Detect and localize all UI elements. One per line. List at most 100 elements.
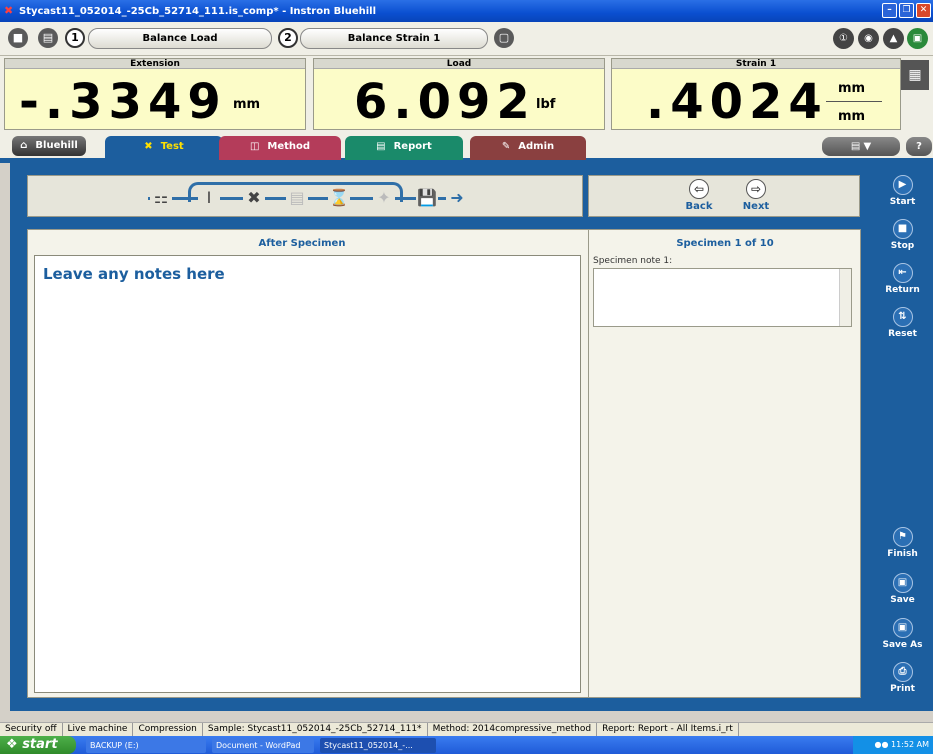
system-tray: ●● 11:52 AM bbox=[853, 736, 933, 754]
start-label: start bbox=[22, 737, 58, 752]
tab-bluehill-label: Bluehill bbox=[35, 140, 78, 151]
display-settings-icon[interactable]: ▢ bbox=[494, 28, 514, 48]
tab-method-label: Method bbox=[267, 141, 311, 152]
machine-icon[interactable]: ■ bbox=[8, 28, 28, 48]
results-icon[interactable]: ▤ bbox=[286, 187, 308, 209]
taskbar-item-bluehill[interactable]: Stycast11_052014_-... bbox=[320, 738, 436, 753]
floppy-disk-icon: ▣ bbox=[892, 573, 913, 593]
specimen-icon[interactable]: Ⅰ bbox=[198, 187, 220, 209]
finish-button[interactable]: ⚑ Finish bbox=[872, 527, 933, 559]
return-button[interactable]: ⇤ Return bbox=[872, 263, 933, 295]
after-specimen-panel: After Specimen Leave any notes here Spec… bbox=[27, 229, 861, 698]
prepare-icon[interactable]: ⚏ bbox=[150, 187, 172, 209]
finish-step-icon[interactable]: ✦ bbox=[373, 187, 395, 209]
tab-method[interactable]: ◫ Method bbox=[219, 136, 341, 160]
save-button[interactable]: ▣ Save bbox=[872, 573, 933, 605]
balance-load-button[interactable]: Balance Load bbox=[88, 28, 272, 49]
printer-icon: ⎙ bbox=[892, 662, 913, 682]
device-status-icon[interactable]: ▣ bbox=[907, 28, 928, 49]
tab-admin[interactable]: ✎ Admin bbox=[470, 136, 586, 160]
help-button[interactable]: ? bbox=[906, 137, 932, 156]
window-title: Stycast11_052014_-25Cb_52714_111.is_comp… bbox=[19, 5, 377, 17]
restore-button[interactable]: ❐ bbox=[899, 3, 914, 18]
stop-icon: ■ bbox=[892, 219, 913, 239]
clock: 11:52 AM bbox=[891, 740, 929, 749]
load-label: Load bbox=[314, 59, 604, 69]
arrow-right-icon: ⇨ bbox=[746, 179, 766, 199]
live-readouts: Extension -.3349 mm Load 6.092 lbf Strai… bbox=[0, 56, 933, 133]
window-controls: – ❐ ✕ bbox=[882, 3, 931, 18]
after-specimen-icon[interactable]: ⌛ bbox=[328, 187, 350, 209]
navigation-box: ⇦ Back ⇨ Next bbox=[588, 175, 860, 217]
specimen-note-scrollbar[interactable] bbox=[839, 269, 851, 326]
layout-icon: ▤ bbox=[850, 141, 861, 152]
workflow-diagram: ⚏ Ⅰ ✖ ▤ ⌛ ✦ 💾 ➜ bbox=[27, 175, 583, 217]
save-step-icon[interactable]: 💾 bbox=[416, 187, 438, 209]
home-icon: ⌂ bbox=[20, 140, 28, 151]
wifi-icon[interactable]: ▲ bbox=[883, 28, 904, 49]
window-titlebar: ✖ Stycast11_052014_-25Cb_52714_111.is_co… bbox=[0, 0, 933, 22]
save-as-icon: ▣ bbox=[892, 618, 913, 638]
specimen-note-label: Specimen note 1: bbox=[593, 256, 673, 266]
save-as-button[interactable]: ▣ Save As bbox=[872, 618, 933, 650]
arrow-left-icon: ⇦ bbox=[689, 179, 709, 199]
tray-icons[interactable]: ●● bbox=[875, 740, 889, 749]
pencil-icon: ✎ bbox=[501, 141, 511, 152]
report-icon: ▤ bbox=[376, 141, 386, 152]
reset-label: Reset bbox=[888, 329, 917, 339]
arrow-right-icon: ➜ bbox=[446, 187, 468, 209]
instron-app-icon: ✖ bbox=[4, 4, 14, 17]
start-button[interactable]: ▶ Start bbox=[872, 175, 933, 207]
print-button[interactable]: ⎙ Print bbox=[872, 662, 933, 694]
strain-unit-divider bbox=[826, 101, 882, 102]
return-label: Return bbox=[885, 285, 920, 295]
tab-test[interactable]: ✖ Test bbox=[105, 136, 223, 160]
windows-taskbar: ❖ start BACKUP (E:) Document - WordPad S… bbox=[0, 736, 933, 754]
start-button[interactable]: ❖ start bbox=[0, 736, 76, 754]
notes-text: Leave any notes here bbox=[43, 265, 225, 283]
start-label: Start bbox=[889, 197, 916, 207]
stop-label: Stop bbox=[890, 241, 915, 251]
close-button[interactable]: ✕ bbox=[916, 3, 931, 18]
strain-value: .4024 bbox=[646, 74, 828, 130]
tab-report-label: Report bbox=[393, 141, 432, 152]
stop-button[interactable]: ■ Stop bbox=[872, 219, 933, 251]
status-bar: Security off Live machine Compression Sa… bbox=[0, 722, 933, 736]
fixture-icon[interactable]: ▤ bbox=[38, 28, 58, 48]
channel-io-icon[interactable]: ◉ bbox=[858, 28, 879, 49]
status-report: Report: Report - All Items.i_rt bbox=[597, 723, 739, 736]
load-panel: Load 6.092 lbf bbox=[313, 58, 605, 130]
save-as-label: Save As bbox=[882, 640, 923, 650]
tab-report[interactable]: ▤ Report bbox=[345, 136, 463, 160]
extension-label: Extension bbox=[5, 59, 305, 69]
reset-icon: ⇅ bbox=[892, 307, 913, 327]
reset-button[interactable]: ⇅ Reset bbox=[872, 307, 933, 339]
status-sample: Sample: Stycast11_052014_-25Cb_52714_111… bbox=[203, 723, 428, 736]
balance-strain-button[interactable]: Balance Strain 1 bbox=[300, 28, 488, 49]
back-button[interactable]: ⇦ Back bbox=[679, 179, 719, 212]
extension-panel: Extension -.3349 mm bbox=[4, 58, 306, 130]
next-button[interactable]: ⇨ Next bbox=[736, 179, 776, 212]
back-label: Back bbox=[685, 201, 713, 212]
test-step-icon[interactable]: ✖ bbox=[243, 187, 265, 209]
extension-value: -.3349 bbox=[19, 74, 227, 130]
status-security: Security off bbox=[0, 723, 63, 736]
specimen-counter: Specimen 1 of 10 bbox=[676, 238, 774, 249]
channel-1-2-icon[interactable]: ① bbox=[833, 28, 854, 49]
specimen-note-input[interactable] bbox=[593, 268, 852, 327]
page-title: After Specimen bbox=[258, 238, 346, 249]
taskbar-item-backup[interactable]: BACKUP (E:) bbox=[86, 738, 206, 753]
status-mode: Compression bbox=[133, 723, 203, 736]
readout-config-icon[interactable]: ▦ bbox=[901, 60, 929, 90]
layout-menu-button[interactable]: ▤ ▼ bbox=[822, 137, 900, 156]
taskbar-item-wordpad[interactable]: Document - WordPad bbox=[212, 738, 314, 753]
return-icon: ⇤ bbox=[892, 263, 913, 283]
chevron-down-icon: ▼ bbox=[863, 141, 872, 152]
balance-toolbar: ■ ▤ 1 Balance Load 2 Balance Strain 1 ▢ … bbox=[0, 22, 933, 56]
load-unit: lbf bbox=[536, 97, 556, 112]
strain-unit-bottom: mm bbox=[838, 109, 866, 124]
tab-test-label: Test bbox=[160, 141, 184, 152]
minimize-button[interactable]: – bbox=[882, 3, 897, 18]
notes-area[interactable]: Leave any notes here bbox=[34, 255, 581, 693]
tab-bluehill[interactable]: ⌂ Bluehill bbox=[12, 136, 86, 156]
